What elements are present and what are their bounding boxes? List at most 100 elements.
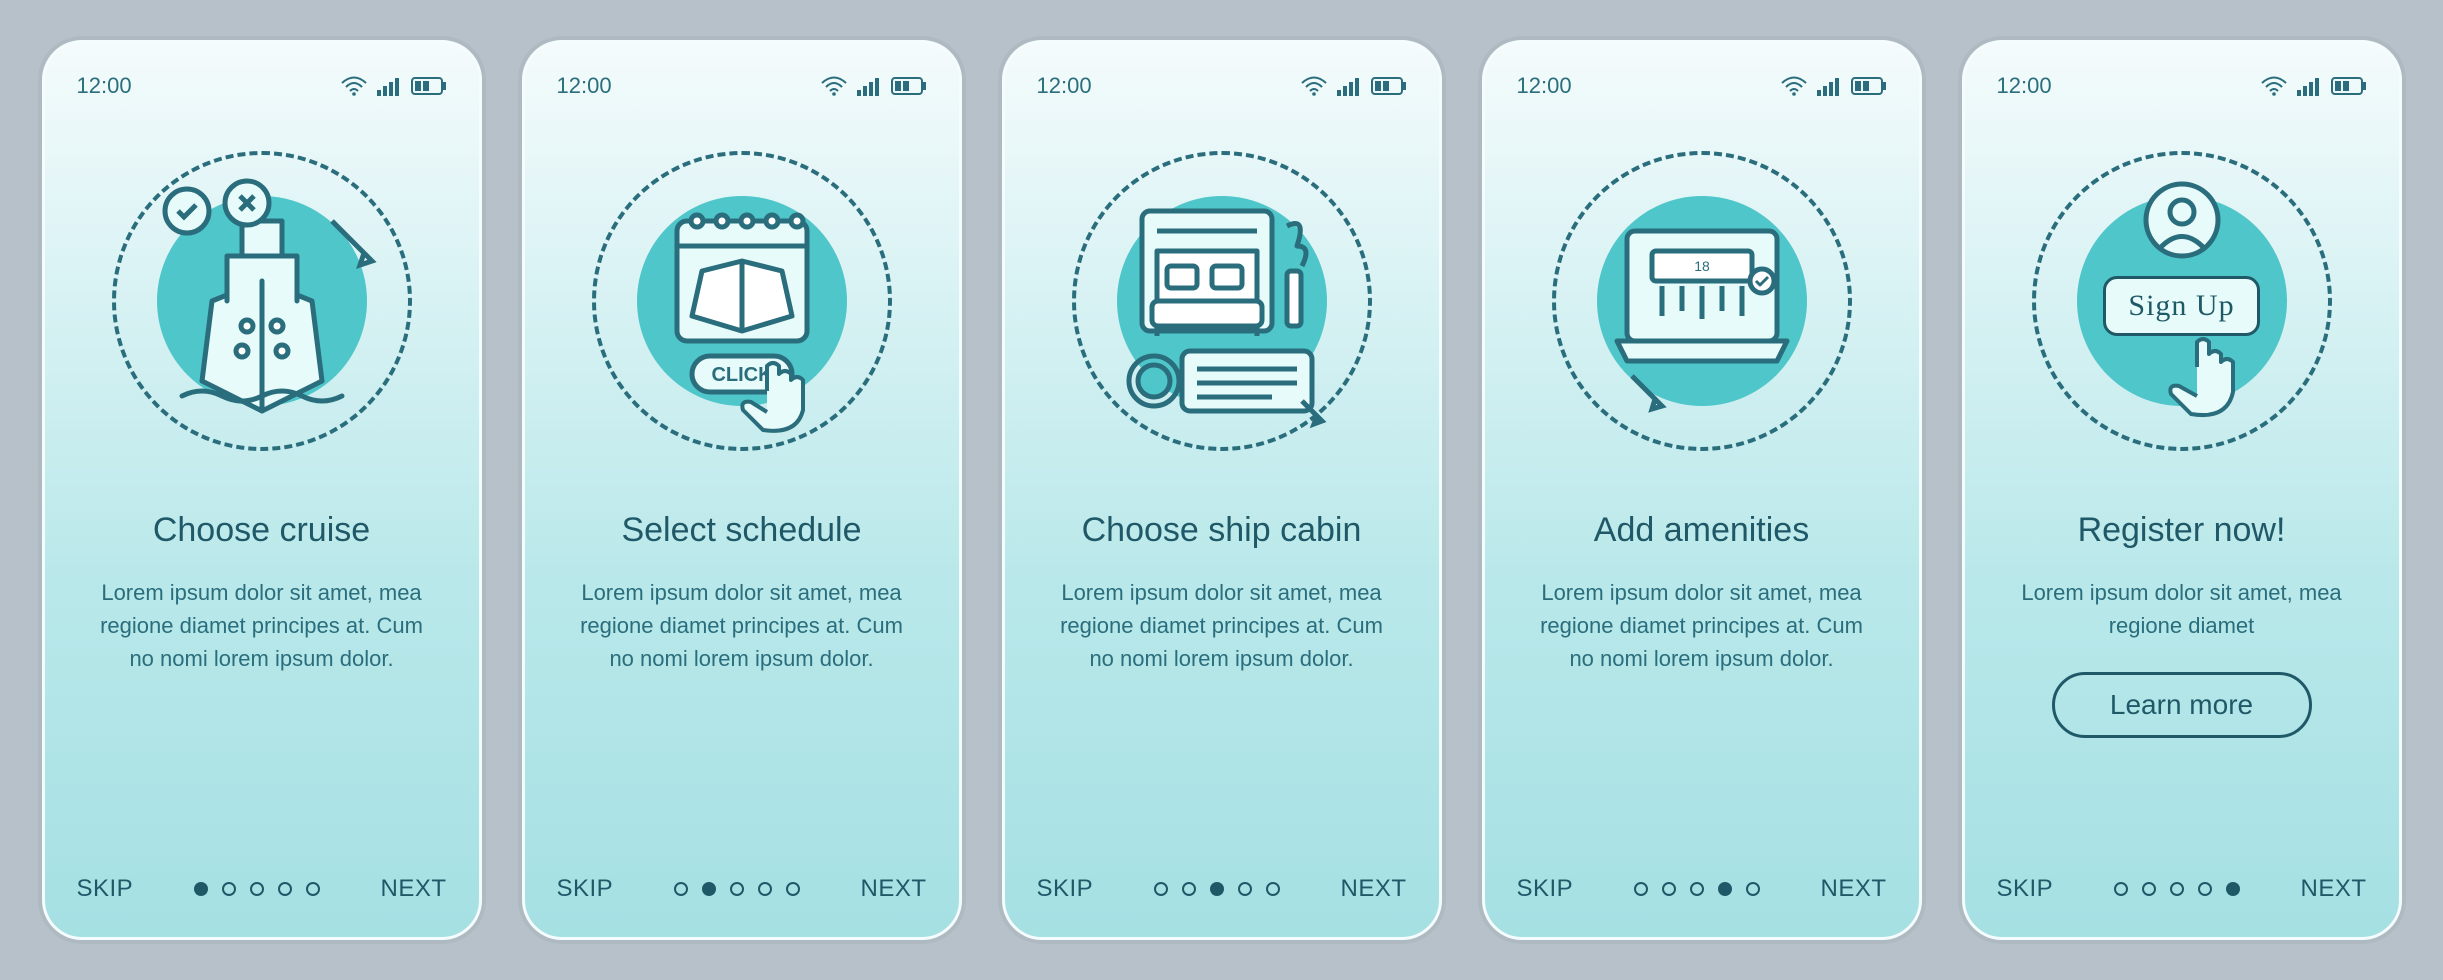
dot-2[interactable] [1662, 882, 1676, 896]
status-time: 12:00 [1997, 73, 2052, 99]
skip-button[interactable]: SKIP [1997, 875, 2054, 903]
screen-body: Lorem ipsum dolor sit amet, mea regione … [1517, 576, 1887, 675]
dot-5[interactable] [1746, 882, 1760, 896]
status-icons [341, 76, 447, 96]
onboarding-screen-3: 12:00 [1002, 40, 1442, 940]
dot-4[interactable] [1718, 882, 1732, 896]
status-bar: 12:00 [77, 71, 447, 101]
dot-1[interactable] [194, 882, 208, 896]
battery-icon [2331, 76, 2367, 96]
onboarding-screen-4: 12:00 18 Add [1482, 40, 1922, 940]
status-bar: 12:00 [1037, 71, 1407, 101]
dot-3[interactable] [1690, 882, 1704, 896]
dot-3[interactable] [730, 882, 744, 896]
page-dots [194, 882, 320, 896]
pointer-hand-icon [2167, 332, 2257, 422]
signup-chip[interactable]: Sign Up [2103, 276, 2259, 336]
status-icons [1781, 76, 1887, 96]
signal-icon [1337, 76, 1361, 96]
dot-3[interactable] [250, 882, 264, 896]
status-bar: 12:00 [557, 71, 927, 101]
onboarding-screen-2: 12:00 CLICK [522, 40, 962, 940]
illustration [1037, 131, 1407, 471]
dot-2[interactable] [1182, 882, 1196, 896]
dot-5[interactable] [786, 882, 800, 896]
dot-2[interactable] [222, 882, 236, 896]
onboarding-screen-1: 12:00 [42, 40, 482, 940]
illustration: Sign Up [1997, 131, 2367, 471]
battery-icon [891, 76, 927, 96]
wifi-icon [1781, 76, 1807, 96]
status-time: 12:00 [1037, 73, 1092, 99]
dot-1[interactable] [674, 882, 688, 896]
calendar-click-icon: CLICK [592, 151, 892, 451]
wifi-icon [341, 76, 367, 96]
screen-title: Select schedule [557, 511, 927, 550]
screen-body: Lorem ipsum dolor sit amet, mea regione … [77, 576, 447, 675]
dot-5[interactable] [306, 882, 320, 896]
next-button[interactable]: NEXT [380, 875, 446, 903]
page-dots [2114, 882, 2240, 896]
battery-icon [1371, 76, 1407, 96]
signal-icon [857, 76, 881, 96]
illustration [77, 131, 447, 471]
wifi-icon [1301, 76, 1327, 96]
screen-body: Lorem ipsum dolor sit amet, mea regione … [1037, 576, 1407, 675]
screen-title: Register now! [1997, 511, 2367, 550]
svg-text:CLICK: CLICK [711, 364, 773, 386]
learn-more-button[interactable]: Learn more [2052, 672, 2312, 738]
next-button[interactable]: NEXT [1340, 875, 1406, 903]
signal-icon [2297, 76, 2321, 96]
dot-1[interactable] [2114, 882, 2128, 896]
dot-1[interactable] [1154, 882, 1168, 896]
dot-3[interactable] [2170, 882, 2184, 896]
wifi-icon [2261, 76, 2287, 96]
screen-title: Choose ship cabin [1037, 511, 1407, 550]
screen-title: Choose cruise [77, 511, 447, 550]
skip-button[interactable]: SKIP [1517, 875, 1574, 903]
page-dots [1154, 882, 1280, 896]
cruise-ship-icon [112, 151, 412, 451]
cabin-bed-icon [1072, 151, 1372, 451]
dot-2[interactable] [702, 882, 716, 896]
skip-button[interactable]: SKIP [1037, 875, 1094, 903]
page-dots [674, 882, 800, 896]
next-button[interactable]: NEXT [2300, 875, 2366, 903]
skip-button[interactable]: SKIP [77, 875, 134, 903]
status-bar: 12:00 [1997, 71, 2367, 101]
dot-5[interactable] [1266, 882, 1280, 896]
dot-4[interactable] [1238, 882, 1252, 896]
status-icons [821, 76, 927, 96]
onboarding-screen-5: 12:00 Sign Up R [1962, 40, 2402, 940]
dot-5[interactable] [2226, 882, 2240, 896]
illustration: CLICK [557, 131, 927, 471]
battery-icon [411, 76, 447, 96]
illustration: 18 [1517, 131, 1887, 471]
dot-4[interactable] [278, 882, 292, 896]
status-icons [1301, 76, 1407, 96]
status-bar: 12:00 [1517, 71, 1887, 101]
screen-body: Lorem ipsum dolor sit amet, mea regione … [1997, 576, 2367, 642]
status-time: 12:00 [77, 73, 132, 99]
next-button[interactable]: NEXT [1820, 875, 1886, 903]
skip-button[interactable]: SKIP [557, 875, 614, 903]
screen-title: Add amenities [1517, 511, 1887, 550]
svg-text:18: 18 [1694, 258, 1710, 274]
next-button[interactable]: NEXT [860, 875, 926, 903]
status-icons [2261, 76, 2367, 96]
user-avatar-icon [2142, 180, 2222, 260]
dot-1[interactable] [1634, 882, 1648, 896]
dot-4[interactable] [2198, 882, 2212, 896]
signal-icon [377, 76, 401, 96]
page-dots [1634, 882, 1760, 896]
wifi-icon [821, 76, 847, 96]
battery-icon [1851, 76, 1887, 96]
signal-icon [1817, 76, 1841, 96]
laptop-amenity-icon: 18 [1552, 151, 1852, 451]
dot-2[interactable] [2142, 882, 2156, 896]
screen-body: Lorem ipsum dolor sit amet, mea regione … [557, 576, 927, 675]
dot-3[interactable] [1210, 882, 1224, 896]
dot-4[interactable] [758, 882, 772, 896]
status-time: 12:00 [1517, 73, 1572, 99]
status-time: 12:00 [557, 73, 612, 99]
